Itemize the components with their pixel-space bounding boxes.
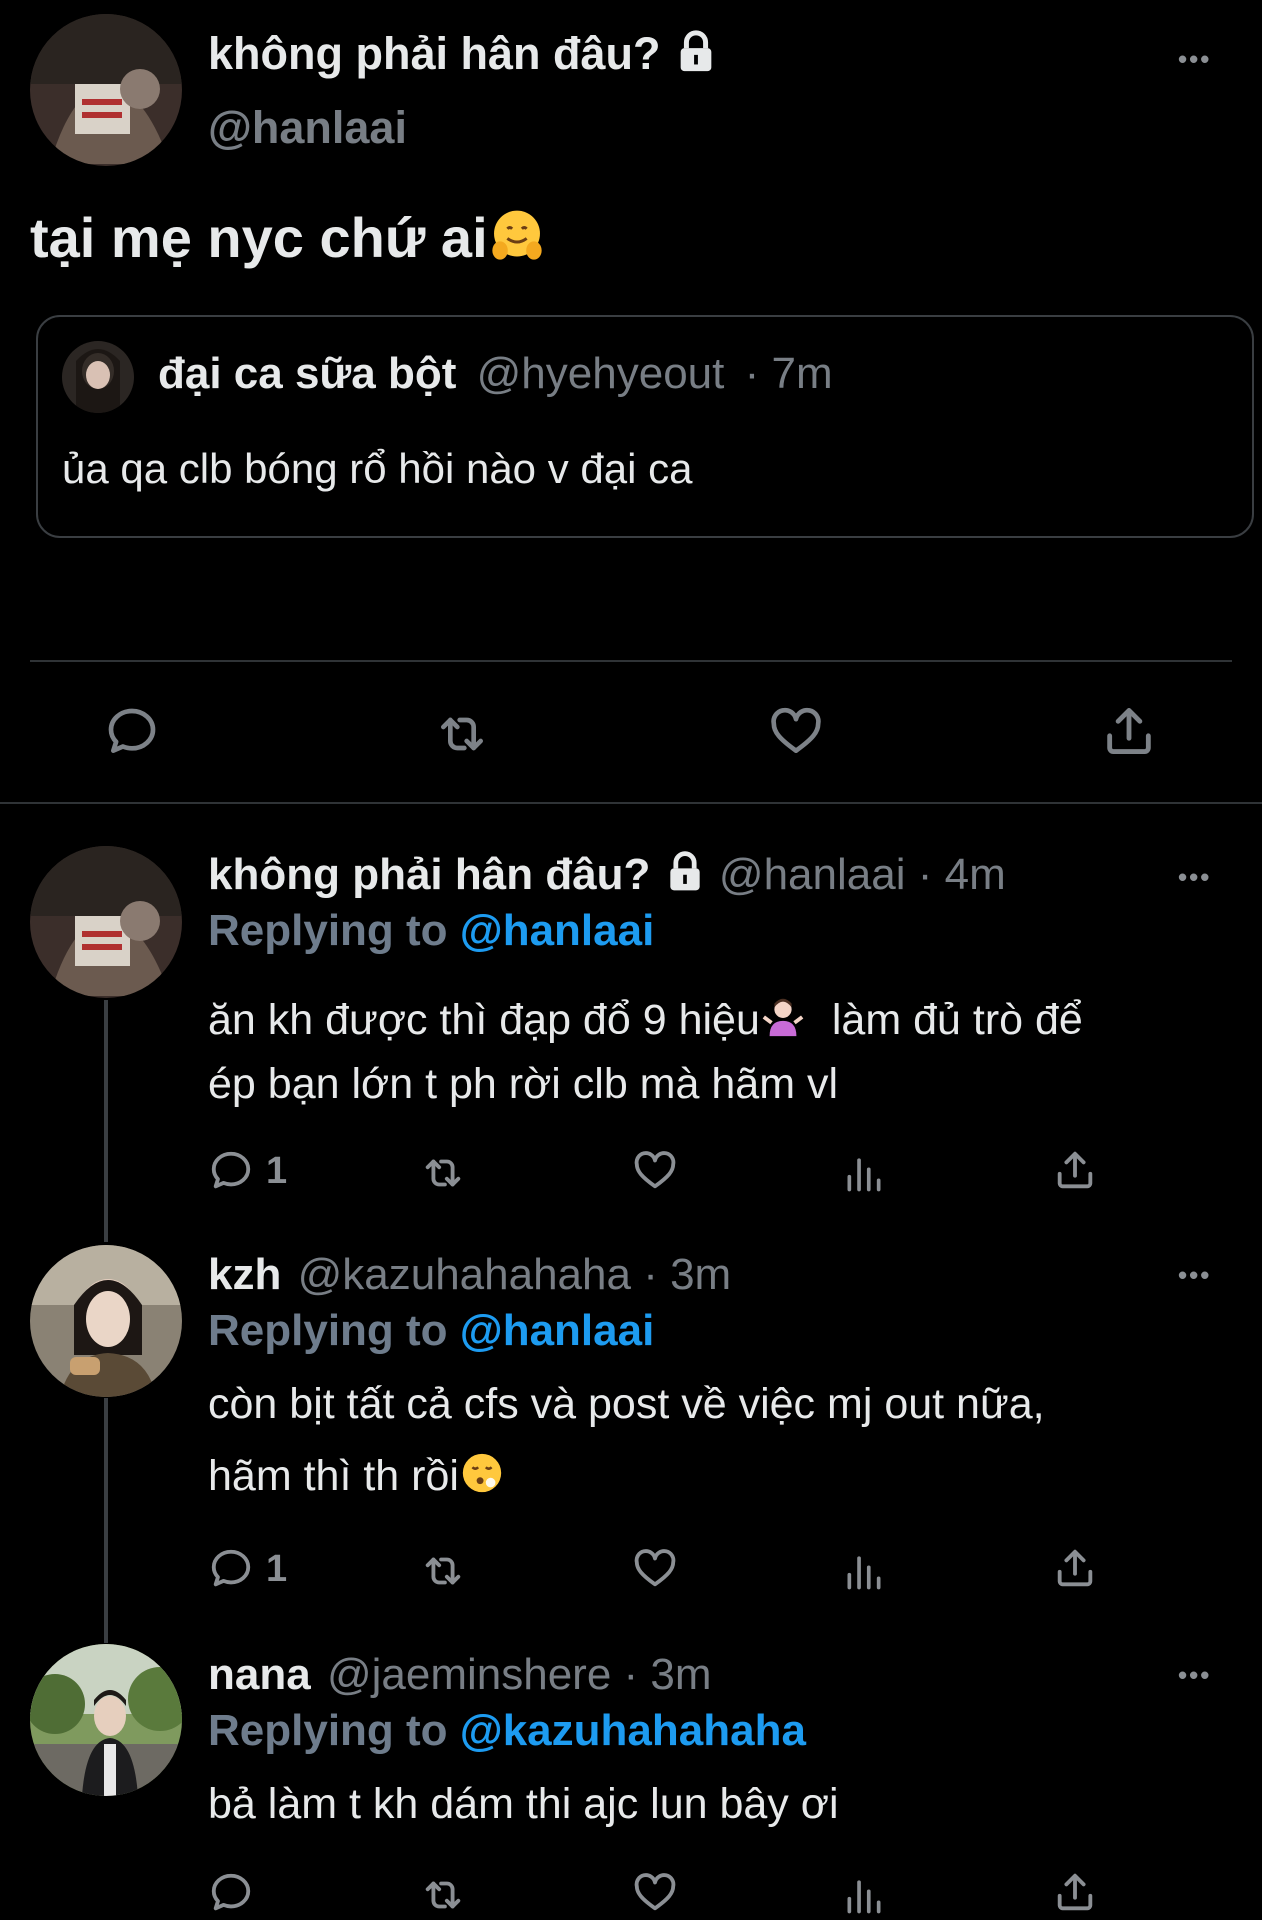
reply-handle[interactable]: @hanlaai [719, 850, 906, 899]
person-shrugging-emoji [760, 994, 806, 1051]
replying-to-handle[interactable]: @hanlaai [460, 906, 655, 955]
quoted-avatar [62, 341, 134, 413]
more-icon[interactable]: ••• [1178, 862, 1211, 893]
share-icon[interactable] [1100, 702, 1158, 760]
replying-to-handle[interactable]: @hanlaai [460, 1306, 655, 1355]
replying-to-label: Replying to [208, 906, 448, 955]
retweet-icon[interactable] [416, 1548, 470, 1594]
quoted-handle: @hyehyeout [476, 349, 725, 398]
reply-text: bả làm t kh dám thi ajc lun bây ơi [208, 1780, 839, 1828]
reply-time: · 3m [643, 1250, 732, 1299]
main-handle[interactable]: @hanlaai [208, 102, 407, 154]
retweet-icon[interactable] [416, 1150, 470, 1196]
reply-time: · 4m [917, 850, 1006, 900]
replying-to-label: Replying to [208, 1706, 448, 1755]
reply-display-name[interactable]: không phải hân đâu? [208, 850, 650, 899]
more-icon[interactable]: ••• [1178, 1260, 1211, 1291]
views-icon[interactable] [842, 1872, 886, 1918]
lock-icon [673, 29, 719, 86]
more-icon[interactable]: ••• [1178, 44, 1211, 75]
retweet-icon[interactable] [430, 706, 494, 762]
section-divider [0, 802, 1262, 804]
reply-text: hãm thì th rồi [208, 1451, 459, 1500]
thread-line [104, 1000, 108, 1242]
like-icon[interactable] [766, 704, 826, 760]
share-icon[interactable] [1052, 1544, 1098, 1592]
replying-to-handle[interactable]: @kazuhahahaha [460, 1706, 806, 1755]
more-icon[interactable]: ••• [1178, 1660, 1211, 1691]
reply-icon[interactable] [208, 1870, 254, 1916]
reply-avatar[interactable] [30, 1245, 182, 1397]
retweet-icon[interactable] [416, 1872, 470, 1918]
divider [30, 660, 1232, 662]
hugging-face-emoji [488, 207, 546, 278]
like-icon[interactable] [630, 1148, 680, 1194]
share-icon[interactable] [1052, 1146, 1098, 1194]
thread-line [104, 1398, 108, 1643]
reply-text: làm đủ trò để [831, 995, 1083, 1044]
reply-handle[interactable]: @kazuhahahaha [298, 1250, 631, 1299]
quoted-text: ủa qa clb bóng rổ hồi nào v đại ca [62, 445, 693, 492]
reply-handle[interactable]: @jaeminshere [327, 1650, 611, 1699]
main-tweet-text: tại mẹ nyc chứ ai [30, 206, 488, 269]
reply-time: · 3m [623, 1650, 712, 1699]
views-icon[interactable] [842, 1150, 886, 1196]
reply-display-name[interactable]: kzh [208, 1250, 281, 1299]
reply-text: ăn kh được thì đạp đổ 9 hiệu [208, 995, 760, 1044]
reply-icon[interactable] [208, 1546, 254, 1592]
main-avatar[interactable] [30, 14, 182, 166]
reply-avatar[interactable] [30, 1644, 182, 1796]
quoted-display-name: đại ca sữa bột [158, 349, 457, 398]
like-icon[interactable] [630, 1546, 680, 1592]
share-icon[interactable] [1052, 1868, 1098, 1916]
like-icon[interactable] [630, 1870, 680, 1916]
replying-to-label: Replying to [208, 1306, 448, 1355]
reply-text: còn bịt tất cả cfs và post về việc mj ou… [208, 1380, 1045, 1428]
main-display-name[interactable]: không phải hân đâu? [208, 28, 660, 79]
reply-icon[interactable] [104, 704, 160, 760]
sighing-face-emoji [459, 1450, 505, 1507]
reply-icon[interactable] [208, 1148, 254, 1194]
reply-text: ép bạn lớn t ph rời clb mà hãm vl [208, 1060, 839, 1108]
lock-icon [663, 850, 707, 905]
views-icon[interactable] [842, 1548, 886, 1594]
reply-avatar[interactable] [30, 846, 182, 998]
reply-count: 1 [266, 1548, 288, 1590]
quoted-time: · 7m [744, 349, 833, 398]
reply-display-name[interactable]: nana [208, 1650, 311, 1699]
quoted-tweet[interactable]: đại ca sữa bột @hyehyeout · 7m ủa qa clb… [36, 315, 1254, 538]
reply-count: 1 [266, 1150, 288, 1192]
